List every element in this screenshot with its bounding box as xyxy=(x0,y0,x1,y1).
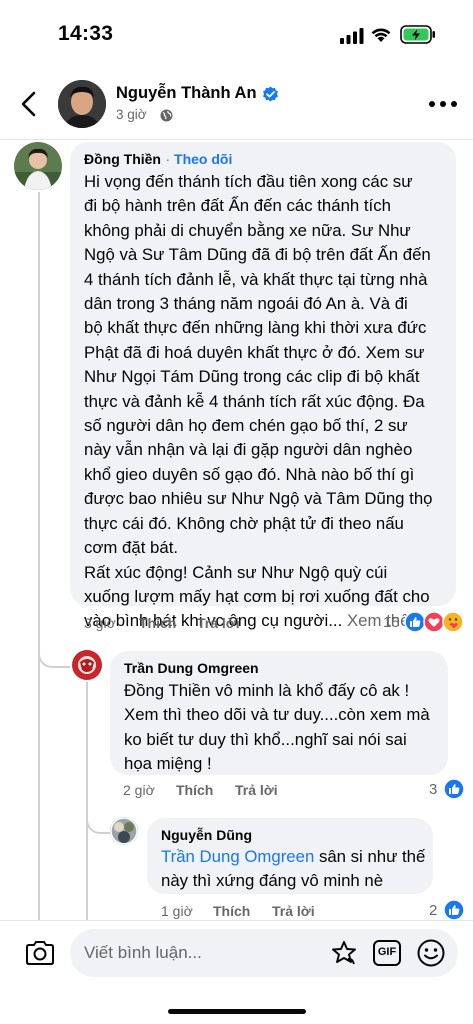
reaction-count: 2 xyxy=(429,902,438,919)
commenter-name[interactable]: Đồng Thiền xyxy=(84,151,161,167)
commenter-name[interactable]: Trần Dung Omgreen xyxy=(124,660,259,676)
mention-link[interactable]: Trần Dung Omgreen xyxy=(161,847,314,866)
separator-dot: · xyxy=(165,151,175,167)
comment-actions: 1 giờ Thích Trả lời xyxy=(161,903,315,919)
comment-composer: Viết bình luận... GIF xyxy=(0,920,473,1024)
verified-badge-icon xyxy=(263,86,278,102)
commenter-avatar[interactable] xyxy=(110,817,138,845)
camera-icon[interactable] xyxy=(24,939,56,967)
comment-line: Phật đã đi hoá duyên khất thực ở đó. Xem… xyxy=(84,342,425,362)
reply-button[interactable]: Trả lời xyxy=(235,782,278,798)
like-reaction-icon[interactable] xyxy=(443,899,465,921)
comment-line: Xem thì theo dõi và tư duy....còn xem mà xyxy=(124,705,430,725)
comment-line: không phải di chuyển bằng xe nữa. Sư Như xyxy=(84,220,411,240)
comment-line: xuống lượm mấy hạt cơm bị rơi xuống đất … xyxy=(84,586,430,606)
comment-line: Ngộ và Sư Tâm Dũng đã đi bộ trên đất Ấn … xyxy=(84,245,431,265)
battery-charging-icon xyxy=(400,25,435,44)
cellular-signal-icon xyxy=(340,28,364,44)
comment-text: Đồng Thiền vô minh là khổ đấy cô ak ! Xe… xyxy=(124,679,430,777)
comment-time: 3 giờ xyxy=(84,615,116,631)
reply-bubble: Trần Dung Omgreen Đồng Thiền vô minh là … xyxy=(110,651,448,775)
comment-input[interactable]: Viết bình luận... GIF xyxy=(70,929,458,977)
thread-line xyxy=(38,192,40,920)
comment-line: Rất xúc động! Cảnh sư Như Ngộ quỳ cúi xyxy=(84,562,388,582)
comment-text: Hi vọng đến thánh tích đầu tiên xong các… xyxy=(84,170,433,634)
post-author-name[interactable]: Nguyễn Thành An xyxy=(116,84,257,103)
globe-icon xyxy=(160,109,173,122)
wifi-icon xyxy=(371,28,391,42)
thread-line xyxy=(86,682,88,920)
comment-line: ko biết tư duy thì khổ...nghĩ sai nói sa… xyxy=(124,729,407,749)
comment-line: vào bình bát khi vc ông cụ người... Xem … xyxy=(84,609,433,633)
back-arrow-icon[interactable] xyxy=(14,88,44,120)
like-button[interactable]: Thích xyxy=(176,782,213,798)
comment-line: được bao nhiêu sư Như Ngộ và Tâm Dũng th… xyxy=(84,489,433,509)
commenter-name[interactable]: Nguyễn Dũng xyxy=(161,827,252,843)
comment-input-placeholder: Viết bình luận... xyxy=(84,943,202,962)
comment-line: Trần Dung Omgreen sân si như thế xyxy=(161,845,425,869)
comment-actions: 2 giờ Thích Trả lời xyxy=(123,782,278,798)
comment-text: Trần Dung Omgreen sân si như thế này thì… xyxy=(161,845,425,894)
status-time: 14:33 xyxy=(58,22,114,45)
comment-line: thực cái đó. Không chờ phật tử đi theo n… xyxy=(84,513,404,533)
emoji-icon[interactable] xyxy=(416,938,446,968)
comment-line: Đồng Thiền vô minh là khổ đấy cô ak ! xyxy=(124,681,410,700)
comment-line-text: sân si như thế xyxy=(314,847,426,866)
thread-connector xyxy=(86,812,110,834)
commenter-avatar[interactable] xyxy=(72,650,102,680)
reply-button[interactable]: Trả lời xyxy=(272,903,315,919)
follow-button[interactable]: Theo dõi xyxy=(174,151,232,167)
like-reaction-icon[interactable] xyxy=(443,778,465,800)
post-time: 3 giờ xyxy=(116,107,147,122)
comment-time: 2 giờ xyxy=(123,782,155,798)
thread-connector xyxy=(38,646,70,668)
reply-bubble: Nguyễn Dũng Trần Dung Omgreen sân si như… xyxy=(147,818,433,894)
reaction-summary[interactable] xyxy=(404,611,466,633)
author-avatar[interactable] xyxy=(58,80,106,128)
reply-button[interactable]: Trả lời xyxy=(197,615,240,631)
status-bar: 14:33 xyxy=(0,0,473,66)
comment-line: khổ gieo duyên số gạo đó. Nhà nào bố thí… xyxy=(84,464,415,484)
comment-line: 4 thánh tích đảnh lễ, và khất thực tại t… xyxy=(84,269,428,289)
comment-line: bộ khất thực đến những làng khi thời xưa… xyxy=(84,318,427,338)
comment-bubble: Đồng Thiền · Theo dõi Hi vọng đến thánh … xyxy=(70,142,456,630)
comment-line: đi bộ hành trên đất Ấn đến các thánh tíc… xyxy=(84,196,391,216)
comment-line: Như Ngọi Tám Dũng trong các clip đi bộ k… xyxy=(84,367,420,387)
comment-line: thực và đảnh kễ 4 thánh tích rất xúc độn… xyxy=(84,391,425,411)
comment-line: số người dân họ đem chén gạo bố thí, 2 s… xyxy=(84,416,408,436)
sticker-icon[interactable] xyxy=(330,940,358,968)
like-button[interactable]: Thích xyxy=(213,903,250,919)
comment-actions: 3 giờ Thích Trả lời xyxy=(84,615,240,631)
home-indicator xyxy=(168,1009,306,1014)
comment-line: họa miệng ! xyxy=(124,754,212,774)
like-button[interactable]: Thích xyxy=(139,615,176,631)
comment-time: 1 giờ xyxy=(161,903,193,919)
care-reaction-icon xyxy=(442,611,464,633)
reaction-count: 3 xyxy=(429,781,438,798)
commenter-avatar[interactable] xyxy=(14,142,62,190)
comment-line: này thì xứng đáng vô minh nè xyxy=(161,871,384,891)
reaction-count: 15 xyxy=(383,614,400,631)
post-header: Nguyễn Thành An 3 giờ xyxy=(0,70,473,140)
more-options-icon[interactable] xyxy=(428,100,458,108)
gif-label: GIF xyxy=(377,946,397,958)
comment-line: dân trong 3 tháng năm ngoái đó An à. Và … xyxy=(84,294,408,314)
comment-line: này vẫn nhận và lại đi gặp người dân ngh… xyxy=(84,440,413,460)
gif-button[interactable]: GIF xyxy=(373,940,401,966)
comment-line: cơm đặt bát. xyxy=(84,538,179,558)
comment-line: Hi vọng đến thánh tích đầu tiên xong các… xyxy=(84,172,413,191)
